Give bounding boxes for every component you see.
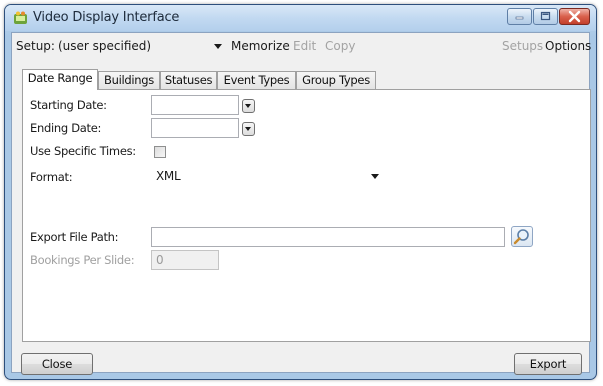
bookings-per-slide-field[interactable]: 0 xyxy=(151,250,219,270)
setup-dropdown[interactable]: (user specified) xyxy=(56,37,224,55)
memorize-button[interactable]: Memorize xyxy=(231,39,290,53)
close-icon xyxy=(568,10,581,23)
chevron-down-icon xyxy=(245,127,251,131)
app-logo-icon xyxy=(14,11,27,24)
minimize-button[interactable] xyxy=(507,8,532,25)
tab-date-range[interactable]: Date Range xyxy=(22,69,98,90)
starting-date-field[interactable] xyxy=(151,95,239,115)
maximize-button[interactable] xyxy=(533,8,558,25)
export-path-field[interactable] xyxy=(151,227,505,247)
ending-date-field[interactable] xyxy=(151,118,239,138)
setup-label: Setup: xyxy=(16,39,55,53)
window-title: Video Display Interface xyxy=(33,10,180,25)
starting-date-picker-button[interactable] xyxy=(242,99,255,113)
export-path-label: Export File Path: xyxy=(30,230,119,244)
export-button[interactable]: Export xyxy=(514,353,582,375)
client-area: Setup: (user specified) Memorize Edit Co… xyxy=(11,32,591,375)
tab-buildings[interactable]: Buildings xyxy=(98,71,160,89)
format-select[interactable]: XML xyxy=(151,166,385,186)
title-bar[interactable]: Video Display Interface xyxy=(5,5,596,31)
starting-date-label: Starting Date: xyxy=(30,98,107,112)
tab-statuses[interactable]: Statuses xyxy=(160,71,217,89)
bookings-per-slide-label: Bookings Per Slide: xyxy=(30,253,135,267)
close-window-button[interactable] xyxy=(559,8,590,25)
copy-button[interactable]: Copy xyxy=(325,39,355,53)
ending-date-picker-button[interactable] xyxy=(242,122,255,136)
format-label: Format: xyxy=(30,170,73,184)
ending-date-label: Ending Date: xyxy=(30,121,102,135)
browse-button[interactable] xyxy=(511,226,533,247)
tab-event-types[interactable]: Event Types xyxy=(217,71,296,89)
app-window: Video Display Interface Setup: (user spe… xyxy=(4,4,597,380)
edit-button[interactable]: Edit xyxy=(293,39,316,53)
chevron-down-icon xyxy=(371,174,379,179)
chevron-down-icon xyxy=(245,104,251,108)
use-specific-times-label: Use Specific Times: xyxy=(30,144,136,158)
magnifier-icon xyxy=(513,229,529,245)
format-select-value: XML xyxy=(156,169,181,183)
options-menu[interactable]: Options xyxy=(545,39,591,53)
setups-menu[interactable]: Setups xyxy=(502,39,543,53)
setup-dropdown-value: (user specified) xyxy=(58,39,152,53)
close-button[interactable]: Close xyxy=(21,353,93,375)
chevron-down-icon xyxy=(214,44,222,49)
use-specific-times-checkbox[interactable] xyxy=(154,146,166,158)
tab-group-types[interactable]: Group Types xyxy=(296,71,376,89)
minimize-icon xyxy=(515,16,524,20)
date-range-panel: Starting Date: Ending Date: Use Specific… xyxy=(22,89,591,342)
maximize-icon xyxy=(540,11,551,21)
